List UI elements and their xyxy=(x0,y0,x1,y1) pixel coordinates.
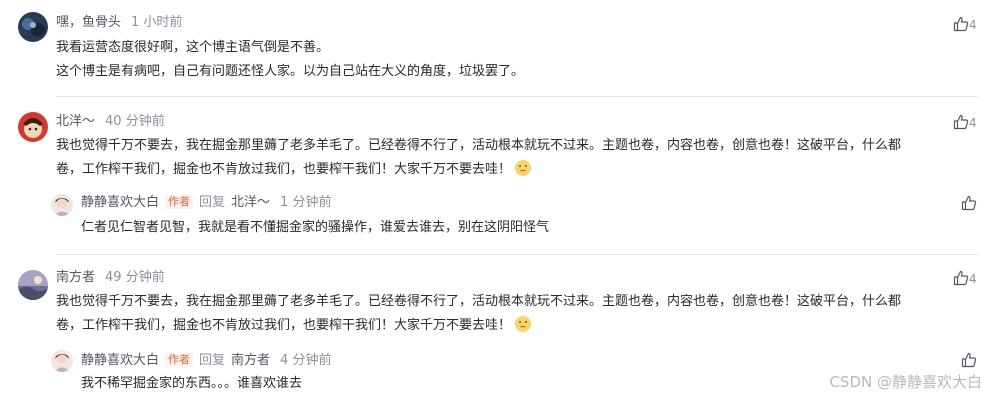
divider xyxy=(56,96,978,97)
comment-text-line: 这个博主是有病吧，自己有问题还怪人家。以为自己站在大义的角度，垃圾罢了。 xyxy=(56,64,525,79)
comment-text-line: 卷，工作榨干我们，掘金也不肯放过我们，也要榨干我们！大家千万不要去哇！ xyxy=(56,158,901,182)
divider xyxy=(56,254,978,255)
avatar[interactable] xyxy=(51,194,73,216)
annoyed-face-icon xyxy=(515,160,532,176)
comment-text-line: 我也觉得千万不要去，我在掘金那里薅了老多羊毛了。已经卷得不行了，活动根本就玩不过… xyxy=(56,138,902,153)
thumb-up-icon xyxy=(961,195,977,211)
annoyed-face-icon xyxy=(515,316,532,332)
like-count: 4 xyxy=(969,272,977,286)
thumb-up-icon xyxy=(953,270,969,286)
reply-content: 仁者见仁智者见智，我就是看不懂掘金家的骚操作，谁爱去谁去，别在这阴阳怪气 xyxy=(81,220,550,235)
comment-username[interactable]: 北洋～ xyxy=(56,114,95,129)
thumb-up-icon xyxy=(953,16,969,32)
reply-username[interactable]: 静静喜欢大白 xyxy=(81,353,159,368)
author-badge: 作者 xyxy=(165,353,194,367)
comment-username[interactable]: 南方者 xyxy=(56,270,95,285)
comment-time: 49 分钟前 xyxy=(105,270,165,285)
author-badge: 作者 xyxy=(165,195,194,209)
like-button[interactable]: 4 xyxy=(953,270,977,287)
comment-time: 40 分钟前 xyxy=(105,114,165,129)
reply-like-button[interactable] xyxy=(961,352,977,369)
avatar[interactable] xyxy=(18,270,48,300)
comment-content: 我也觉得千万不要去，我在掘金那里薅了老多羊毛了。已经卷得不行了，活动根本就玩不过… xyxy=(56,290,901,338)
comment-time: 1 小时前 xyxy=(131,15,183,30)
avatar[interactable] xyxy=(51,350,73,372)
comment-text-line: 卷，工作榨干我们，掘金也不肯放过我们，也要榨干我们！大家千万不要去哇！ xyxy=(56,314,901,338)
reply-label: 回复 xyxy=(199,195,226,210)
avatar[interactable] xyxy=(18,112,48,142)
reply-time: 4 分钟前 xyxy=(280,353,332,368)
reply-label: 回复 xyxy=(199,353,226,368)
comment-text-line: 我看运营态度很好啊，这个博主语气倒是不善。 xyxy=(56,40,330,55)
like-button[interactable]: 4 xyxy=(953,16,977,33)
avatar[interactable] xyxy=(18,12,48,42)
reply-target-username[interactable]: 北洋～ xyxy=(231,195,270,210)
reply-like-button[interactable] xyxy=(961,195,977,212)
thumb-up-icon xyxy=(961,352,977,368)
like-count: 4 xyxy=(969,18,977,32)
comment-content: 我也觉得千万不要去，我在掘金那里薅了老多羊毛了。已经卷得不行了，活动根本就玩不过… xyxy=(56,134,901,182)
reply-target-username[interactable]: 南方者 xyxy=(231,353,270,368)
like-button[interactable]: 4 xyxy=(953,114,977,131)
watermark: CSDN @静静喜欢大白 xyxy=(829,373,982,391)
thumb-up-icon xyxy=(953,114,969,130)
reply-time: 1 分钟前 xyxy=(280,195,332,210)
reply-username[interactable]: 静静喜欢大白 xyxy=(81,195,159,210)
reply-content: 我不稀罕掘金家的东西。。。谁喜欢谁去 xyxy=(81,376,303,391)
comment-content: 我看运营态度很好啊，这个博主语气倒是不善。 这个博主是有病吧，自己有问题还怪人家… xyxy=(56,36,524,84)
like-count: 4 xyxy=(969,116,977,130)
comment-username[interactable]: 嘿，鱼骨头 xyxy=(56,15,121,30)
comment-text-line: 我也觉得千万不要去，我在掘金那里薅了老多羊毛了。已经卷得不行了，活动根本就玩不过… xyxy=(56,294,902,309)
